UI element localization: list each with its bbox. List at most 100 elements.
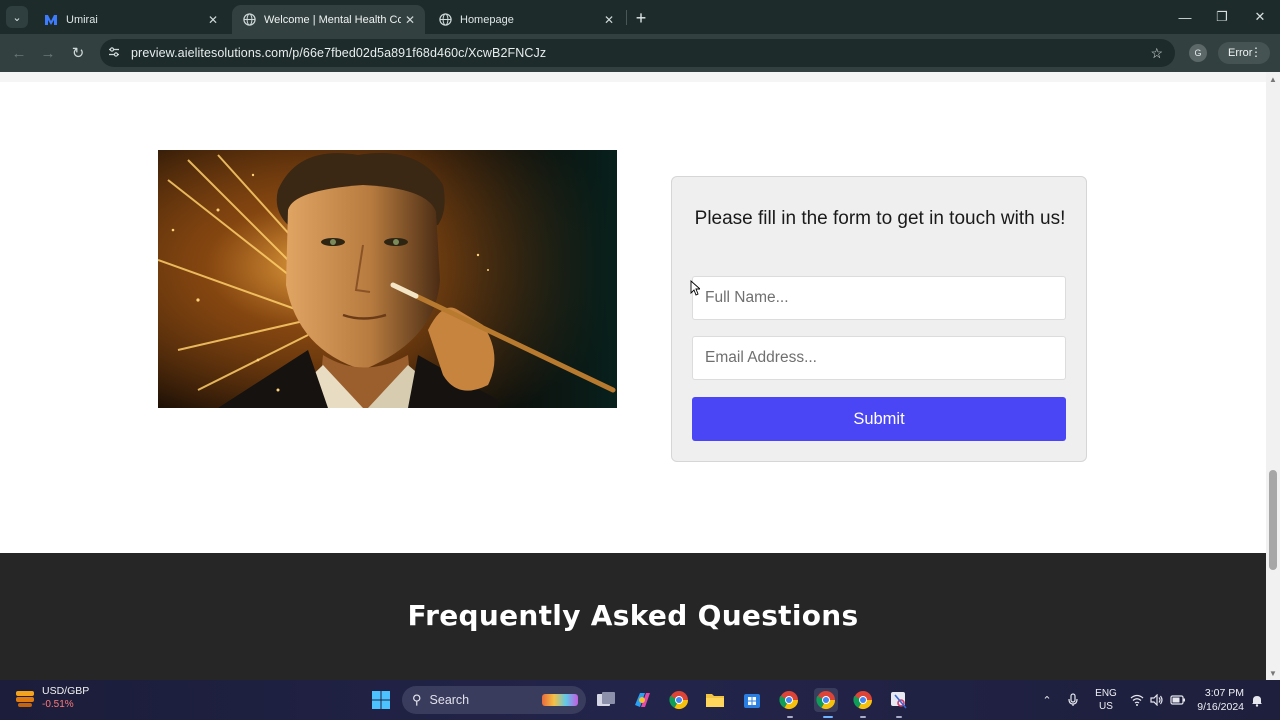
faq-heading: Frequently Asked Questions [407, 599, 859, 632]
notifications-button[interactable] [1250, 680, 1264, 720]
running-indicator [896, 716, 902, 718]
bell-icon [1252, 695, 1262, 707]
url-text: preview.aielitesolutions.com/p/66e7fbed0… [131, 46, 547, 60]
chrome-taskbar-button[interactable] [667, 688, 691, 712]
language-code: ENG [1095, 688, 1117, 699]
wifi-icon [1130, 694, 1144, 706]
restore-icon: ❐ [1216, 9, 1228, 24]
globe-icon [242, 13, 256, 27]
windows-taskbar: USD/GBP -0.51% ⚲ Search ⌃ ENG US 3:07 PM… [0, 680, 1280, 720]
tab-homepage[interactable]: Homepage ✕ [428, 5, 624, 34]
clock-time: 3:07 PM [1204, 687, 1244, 699]
store-button[interactable] [740, 688, 764, 712]
hero-image [158, 150, 617, 408]
chrome-profile-2-button[interactable] [814, 688, 838, 712]
show-hidden-icons-button[interactable]: ⌃ [1040, 680, 1054, 720]
tab-umirai[interactable]: Umirai ✕ [34, 5, 228, 34]
page-scrollbar[interactable]: ▲ ▼ [1266, 72, 1280, 680]
tab-separator [626, 10, 627, 25]
form-heading: Please fill in the form to get in touch … [694, 208, 1066, 229]
clock-date: 9/16/2024 [1197, 701, 1244, 713]
email-address-input[interactable] [692, 336, 1066, 380]
widget-title: USD/GBP [42, 685, 90, 697]
address-bar[interactable]: preview.aielitesolutions.com/p/66e7fbed0… [100, 39, 1175, 67]
minimize-button[interactable]: — [1170, 6, 1200, 28]
copilot-icon [635, 693, 650, 707]
snipping-tool-icon [891, 692, 907, 709]
language-indicator[interactable]: ENG US [1094, 687, 1118, 713]
chevron-up-icon: ⌃ [1042, 694, 1052, 707]
chrome-profile-1-button[interactable] [777, 688, 801, 712]
reload-icon: ↻ [71, 45, 85, 62]
windows-start-button[interactable] [369, 688, 393, 712]
tab-search-button[interactable]: ⌄ [6, 6, 28, 28]
close-icon[interactable]: ✕ [204, 13, 222, 27]
faq-section: Frequently Asked Questions [0, 553, 1266, 680]
chevron-down-icon: ⌄ [12, 11, 22, 24]
chrome-icon [816, 691, 835, 710]
battery-icon [1170, 695, 1185, 705]
scrollbar-thumb[interactable] [1269, 470, 1277, 570]
widget-change: -0.51% [42, 699, 74, 710]
taskbar-search[interactable]: ⚲ Search [402, 686, 586, 714]
arrow-right-icon: → [40, 44, 56, 62]
profile-error-button[interactable]: Error ⋮ [1218, 42, 1270, 64]
currency-widget[interactable]: USD/GBP -0.51% [14, 685, 89, 711]
chrome-icon [779, 691, 798, 710]
battery-button[interactable] [1169, 680, 1187, 720]
section-divider [0, 72, 1266, 82]
tab-title: Homepage [460, 13, 514, 26]
tab-title: Umirai [66, 13, 98, 26]
new-tab-button[interactable]: + [630, 7, 652, 29]
restore-button[interactable]: ❐ [1207, 6, 1237, 28]
back-button[interactable]: ← [8, 42, 30, 64]
folder-icon [706, 694, 724, 707]
contact-form-card: Please fill in the form to get in touch … [671, 176, 1087, 462]
reload-button[interactable]: ↻ [67, 42, 89, 64]
running-indicator [860, 716, 866, 718]
task-view-button[interactable] [594, 688, 618, 712]
forward-button[interactable]: → [37, 42, 59, 64]
store-icon [744, 694, 760, 708]
close-icon[interactable]: ✕ [401, 13, 419, 27]
microphone-button[interactable] [1066, 680, 1080, 720]
region-code: US [1099, 701, 1113, 712]
more-menu-icon[interactable]: ⋮ [1250, 45, 1262, 59]
page-viewport: Please fill in the form to get in touch … [0, 72, 1266, 680]
minimize-icon: — [1178, 9, 1192, 25]
search-icon: ⚲ [412, 692, 422, 707]
globe-icon [438, 13, 452, 27]
currency-chart-icon [16, 691, 34, 707]
submit-button[interactable]: Submit [692, 397, 1066, 441]
search-highlight-icon [542, 694, 578, 706]
full-name-input[interactable] [692, 276, 1066, 320]
mouse-cursor-icon [690, 280, 700, 296]
umirai-icon [44, 13, 58, 27]
site-settings-icon[interactable] [108, 46, 124, 61]
chrome-profile-3-button[interactable] [851, 688, 875, 712]
chrome-icon [669, 691, 688, 710]
bookmark-star-icon[interactable]: ☆ [1150, 45, 1163, 62]
wifi-button[interactable] [1129, 680, 1145, 720]
profile-avatar[interactable]: G [1189, 44, 1207, 62]
close-icon[interactable]: ✕ [600, 13, 618, 27]
tab-title: Welcome | Mental Health Coach [264, 13, 401, 26]
error-label: Error [1228, 47, 1253, 59]
volume-button[interactable] [1149, 680, 1165, 720]
close-window-button[interactable]: ✕ [1245, 6, 1275, 28]
active-indicator [823, 716, 833, 718]
tab-mental-health-coach[interactable]: Welcome | Mental Health Coach ✕ [232, 5, 425, 34]
system-clock[interactable]: 3:07 PM 9/16/2024 [1197, 686, 1244, 714]
windows-logo-icon [372, 691, 390, 709]
volume-icon [1150, 694, 1163, 706]
scroll-down-icon[interactable]: ▼ [1269, 669, 1277, 678]
microphone-icon [1068, 693, 1078, 706]
task-view-icon [597, 692, 615, 706]
snipping-tool-button[interactable] [887, 688, 911, 712]
scroll-up-icon[interactable]: ▲ [1269, 75, 1277, 84]
arrow-left-icon: ← [11, 44, 27, 62]
running-indicator [787, 716, 793, 718]
close-icon: ✕ [1254, 9, 1266, 24]
copilot-button[interactable] [630, 688, 654, 712]
file-explorer-button[interactable] [703, 688, 727, 712]
